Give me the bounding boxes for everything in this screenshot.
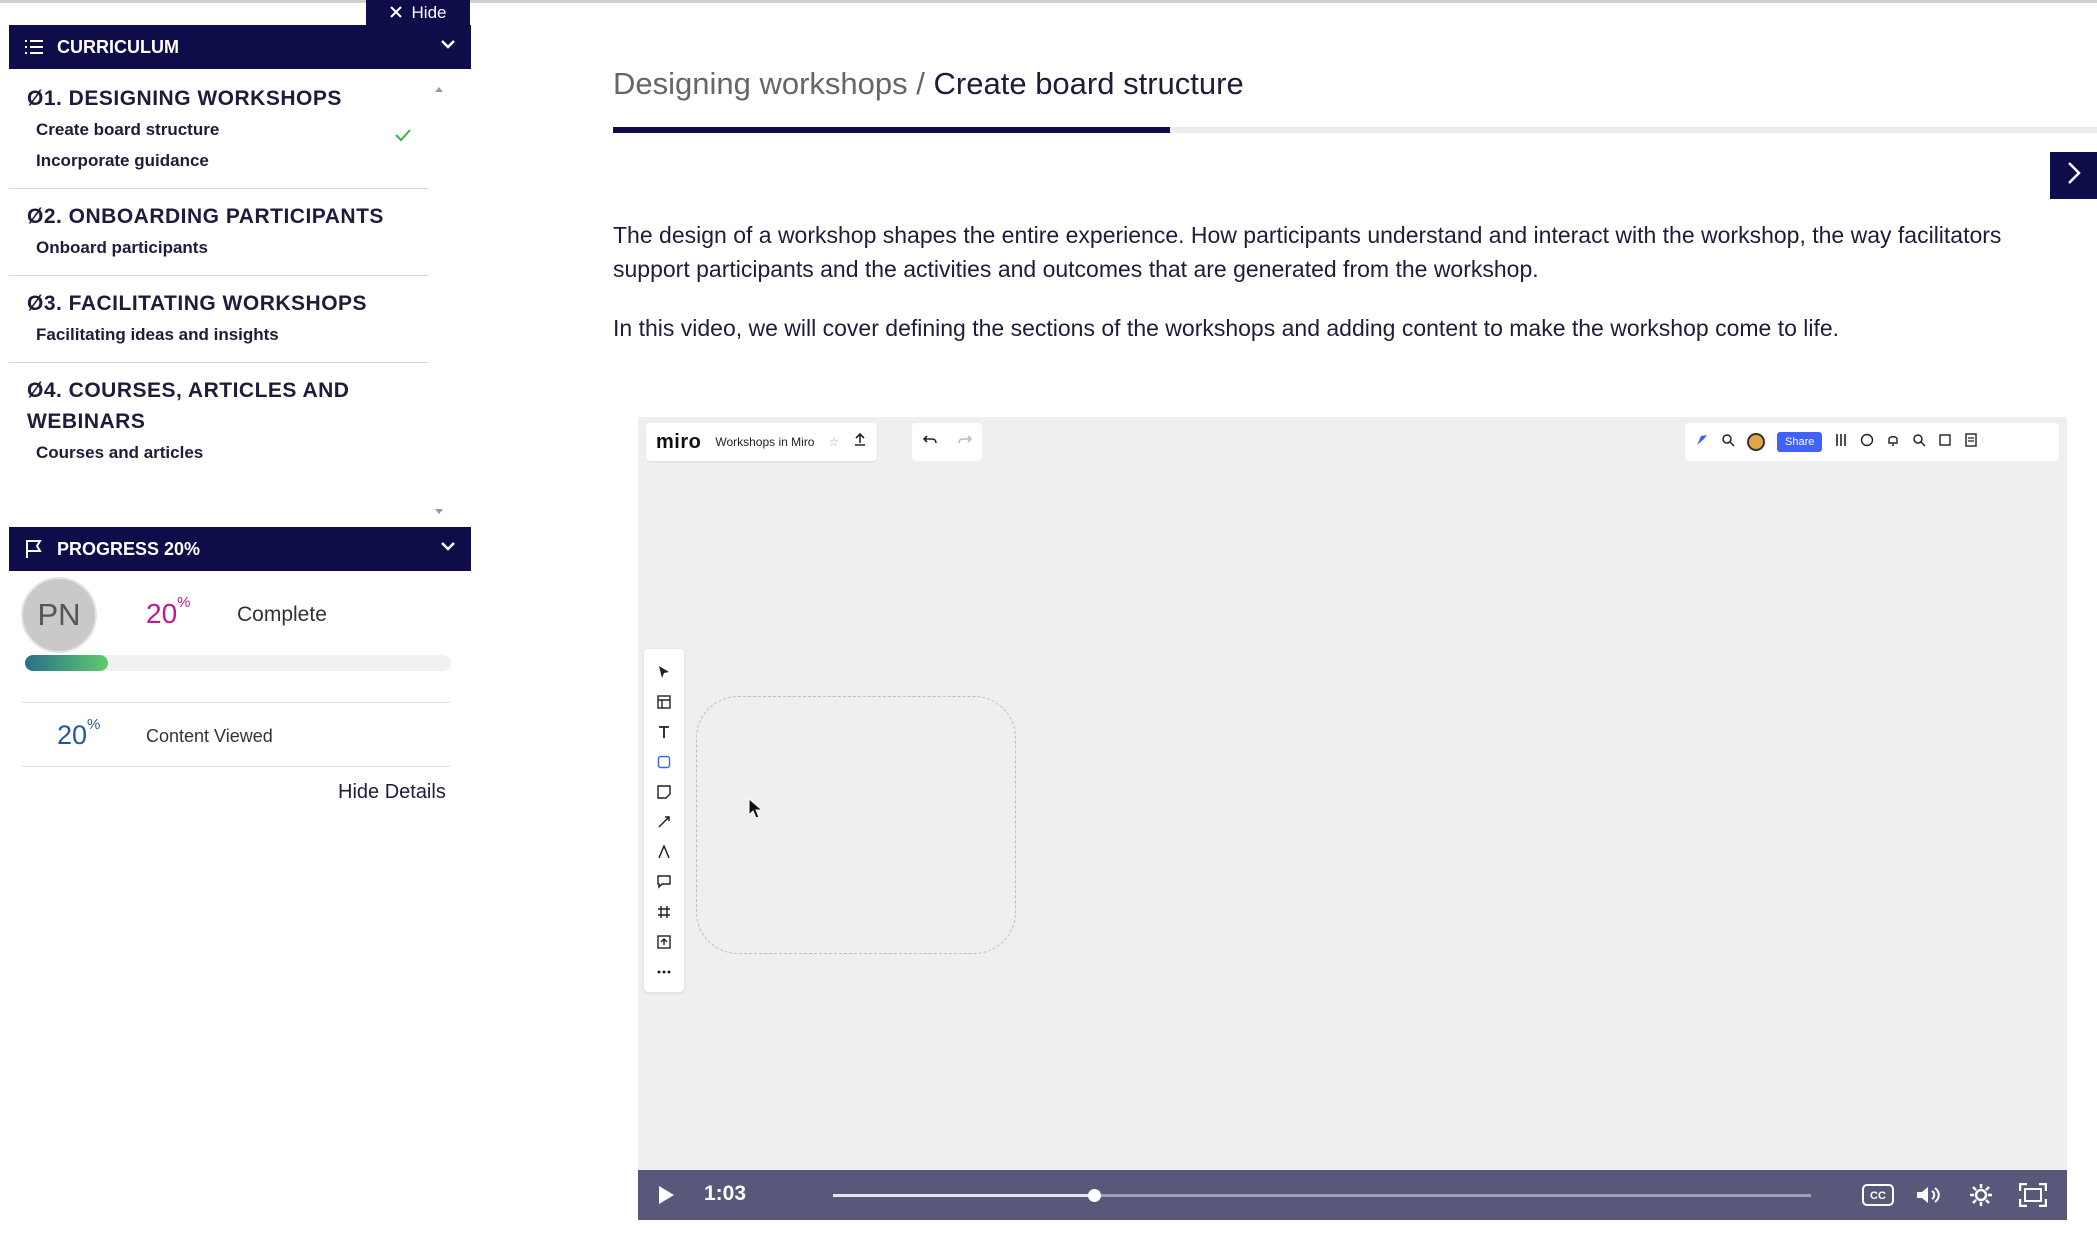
text-tool-icon xyxy=(653,717,675,747)
hide-label: Hide xyxy=(411,3,447,22)
hide-sidebar-button[interactable]: Hide xyxy=(366,0,470,26)
breadcrumb-parent[interactable]: Designing workshops xyxy=(613,66,908,101)
svg-text:CC: CC xyxy=(1870,1190,1886,1202)
undo-icon xyxy=(922,433,937,451)
volume-icon[interactable] xyxy=(1912,1180,1946,1210)
curriculum-header[interactable]: CURRICULUM xyxy=(9,25,471,69)
divider xyxy=(21,702,451,703)
section-facilitating-workshops: Ø3. FACILITATING WORKSHOPS Facilitating … xyxy=(9,276,429,363)
mouse-cursor-icon xyxy=(748,797,764,825)
section-designing-workshops: Ø1. DESIGNING WORKSHOPS Create board str… xyxy=(9,71,429,189)
help-icon xyxy=(1860,433,1874,452)
template-tool-icon xyxy=(653,687,675,717)
gear-icon[interactable] xyxy=(1964,1180,1998,1210)
frame-tool-icon xyxy=(653,897,675,927)
miro-right-bar: Share xyxy=(1685,423,2059,461)
lesson-item[interactable]: Incorporate guidance xyxy=(27,145,411,176)
dashed-frame xyxy=(696,696,1016,954)
play-icon[interactable] xyxy=(656,1184,676,1211)
section-title[interactable]: Ø2. ONBOARDING PARTICIPANTS xyxy=(27,201,411,232)
lesson-label: Facilitating ideas and insights xyxy=(36,325,279,344)
upload-tool-icon xyxy=(653,927,675,957)
notes-icon xyxy=(1964,432,1978,452)
flag-icon xyxy=(23,538,45,560)
miro-logo: miro xyxy=(656,430,702,453)
scrubber-played xyxy=(833,1194,1094,1197)
lesson-video-intro: In this video, we will cover defining th… xyxy=(613,315,1840,341)
share-button: Share xyxy=(1777,432,1823,452)
upload-icon xyxy=(853,432,867,452)
complete-label: Complete xyxy=(237,603,327,626)
apps-icon xyxy=(1938,433,1952,452)
curriculum-title: CURRICULUM xyxy=(57,36,179,57)
section-title[interactable]: Ø4. COURSES, ARTICLES AND WEBINARS xyxy=(27,375,411,437)
lesson-progress-fill xyxy=(613,127,1170,133)
board-name: Workshops in Miro xyxy=(715,435,815,449)
breadcrumb: Designing workshops / Create board struc… xyxy=(613,66,1244,102)
scrubber-handle[interactable] xyxy=(1088,1189,1101,1202)
progress-title: PROGRESS 20% xyxy=(57,538,201,559)
chevron-down-icon[interactable] xyxy=(439,35,457,58)
section-onboarding-participants: Ø2. ONBOARDING PARTICIPANTS Onboard part… xyxy=(9,189,429,276)
breadcrumb-current: Create board structure xyxy=(933,66,1244,101)
bell-icon xyxy=(1886,433,1900,452)
video-player[interactable]: miro Workshops in Miro ☆ Share 1:03 CC xyxy=(638,417,2067,1220)
section-courses-articles-webinars: Ø4. COURSES, ARTICLES AND WEBINARS Cours… xyxy=(9,363,429,480)
lesson-label: Courses and articles xyxy=(36,443,204,462)
miro-top-bar: miro Workshops in Miro ☆ xyxy=(646,423,878,461)
video-controls: 1:03 CC xyxy=(638,1170,2067,1220)
sticky-note-tool-icon xyxy=(653,777,675,807)
lesson-label: Create board structure xyxy=(36,120,220,139)
lesson-item[interactable]: Facilitating ideas and insights xyxy=(27,319,411,350)
completion-bar-fill xyxy=(25,655,108,671)
chevron-down-icon[interactable] xyxy=(439,537,457,560)
lesson-item[interactable]: Onboard participants xyxy=(27,232,411,263)
section-title[interactable]: Ø3. FACILITATING WORKSHOPS xyxy=(27,288,411,319)
lesson-item[interactable]: Courses and articles xyxy=(27,437,411,468)
section-title[interactable]: Ø1. DESIGNING WORKSHOPS xyxy=(27,83,411,114)
hide-details-link[interactable]: Hide Details xyxy=(338,781,446,804)
sliders-icon xyxy=(1834,433,1848,452)
pointer-flag-icon xyxy=(1695,433,1709,452)
current-time: 1:03 xyxy=(704,1182,747,1205)
viewed-percentage: 20% xyxy=(57,716,101,750)
comment-tool-icon xyxy=(653,867,675,897)
fullscreen-icon[interactable] xyxy=(2016,1180,2050,1210)
redo-icon xyxy=(957,433,972,451)
progress-header[interactable]: PROGRESS 20% xyxy=(9,527,471,571)
content-viewed-label: Content Viewed xyxy=(146,726,273,746)
closed-captions-icon[interactable]: CC xyxy=(1861,1180,1895,1210)
zoom-people-icon xyxy=(1721,433,1735,452)
next-lesson-button[interactable] xyxy=(2050,152,2097,199)
complete-percentage: 20% xyxy=(146,594,191,629)
close-icon xyxy=(389,3,402,23)
curriculum-list[interactable]: Ø1. DESIGNING WORKSHOPS Create board str… xyxy=(9,71,451,521)
list-icon xyxy=(23,36,45,58)
chevron-right-icon xyxy=(2066,161,2082,190)
select-tool-icon xyxy=(653,657,675,687)
miro-toolbar xyxy=(644,649,684,992)
lesson-label: Incorporate guidance xyxy=(36,151,209,170)
pen-tool-icon xyxy=(653,837,675,867)
lesson-item[interactable]: Create board structure xyxy=(27,114,411,145)
shape-tool-icon xyxy=(653,747,675,777)
avatar: PN xyxy=(21,577,97,653)
scroll-down-arrow[interactable] xyxy=(434,503,444,514)
lesson-label: Onboard participants xyxy=(36,238,208,257)
undo-redo-bar xyxy=(912,423,982,461)
top-border xyxy=(0,0,2097,3)
divider xyxy=(21,766,451,767)
line-tool-icon xyxy=(653,807,675,837)
lesson-description: The design of a workshop shapes the enti… xyxy=(613,222,2002,282)
scroll-up-arrow[interactable] xyxy=(434,80,444,92)
breadcrumb-separator: / xyxy=(916,66,925,101)
search-icon xyxy=(1912,433,1926,452)
star-icon: ☆ xyxy=(828,435,840,449)
more-tools-icon xyxy=(653,957,675,987)
collaborator-avatar xyxy=(1747,433,1765,451)
